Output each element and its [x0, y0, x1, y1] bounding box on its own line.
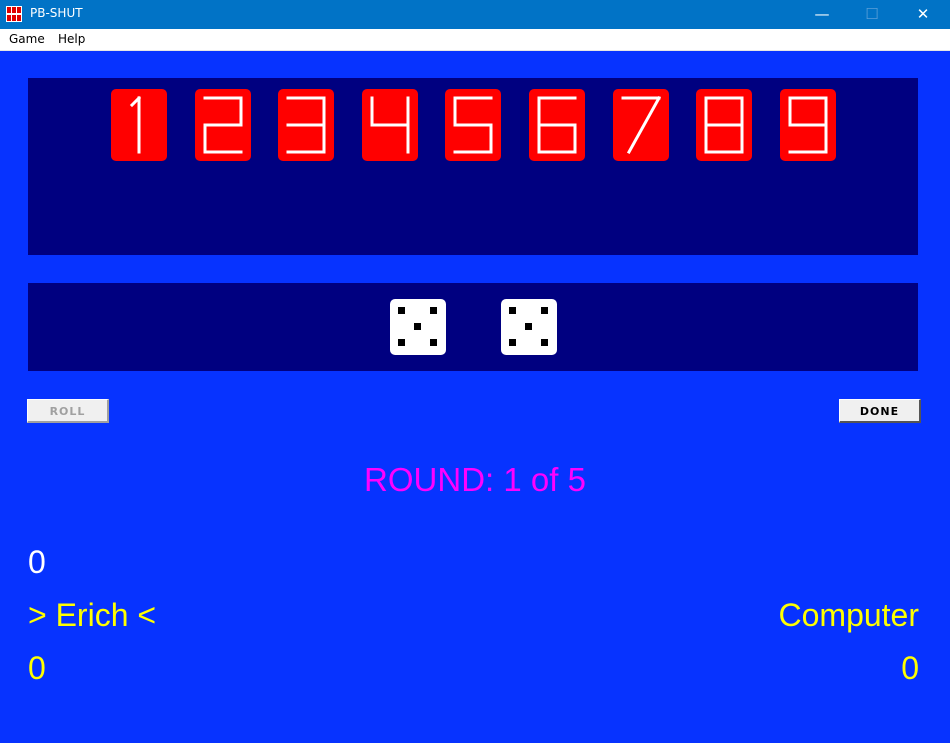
- title-bar: PB-SHUT — ☐ ✕: [0, 0, 950, 29]
- turn-total: 0: [28, 544, 46, 580]
- roll-button[interactable]: ROLL: [27, 399, 109, 423]
- player-score-left: 0: [28, 650, 46, 686]
- tile-6[interactable]: [529, 89, 585, 161]
- close-button[interactable]: ✕: [900, 0, 946, 29]
- tile-digit-1: [129, 95, 142, 154]
- tile-digit-4: [370, 96, 410, 154]
- tile-7[interactable]: [612, 89, 669, 161]
- tile-4[interactable]: [361, 89, 418, 161]
- die-pip: [525, 323, 532, 330]
- tile-5[interactable]: [445, 89, 502, 161]
- player-name-left: > Erich <: [28, 597, 157, 633]
- die-pip: [398, 307, 405, 314]
- round-indicator: ROUND: 1 of 5: [364, 461, 586, 498]
- die-pip: [541, 307, 548, 314]
- maximize-button[interactable]: ☐: [849, 0, 895, 29]
- tile-digit-8: [704, 96, 744, 154]
- minimize-button[interactable]: —: [799, 0, 845, 29]
- tile-digit-9: [788, 96, 828, 154]
- tile-2[interactable]: [194, 89, 251, 161]
- player-score-right: 0: [901, 650, 919, 686]
- die-pip: [430, 307, 437, 314]
- die-pip: [414, 323, 421, 330]
- die-2: [501, 299, 557, 355]
- tile-digit-2: [203, 96, 243, 154]
- tile-3[interactable]: [278, 89, 335, 161]
- menu-help[interactable]: Help: [58, 32, 85, 46]
- dice-panel: [28, 283, 918, 371]
- tile-digit-3: [286, 96, 326, 154]
- player-name-right: Computer: [778, 597, 920, 633]
- die-pip: [398, 339, 405, 346]
- die-pip: [430, 339, 437, 346]
- window-title: PB-SHUT: [30, 6, 83, 20]
- menu-game[interactable]: Game: [9, 32, 45, 46]
- menu-bar: Game Help: [0, 29, 950, 51]
- tile-9[interactable]: [779, 89, 836, 161]
- tile-8[interactable]: [696, 89, 753, 161]
- die-pip: [509, 339, 516, 346]
- done-button[interactable]: DONE: [839, 399, 921, 423]
- die-1: [390, 299, 446, 355]
- die-pip: [509, 307, 516, 314]
- tile-digit-5: [453, 96, 493, 154]
- app-icon: [6, 6, 22, 22]
- tile-digit-7: [621, 95, 661, 155]
- tile-1[interactable]: [111, 89, 167, 161]
- die-pip: [541, 339, 548, 346]
- tile-digit-6: [537, 96, 577, 154]
